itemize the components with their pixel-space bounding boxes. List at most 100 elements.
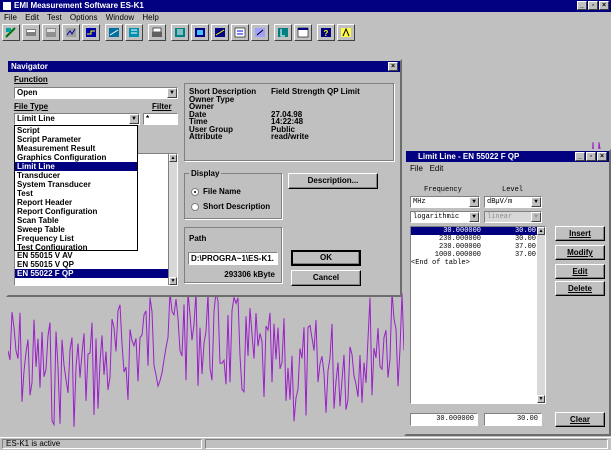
test-config-icon [255, 28, 265, 37]
menu-edit[interactable]: Edit [430, 164, 444, 173]
app-titlebar: EMI Measurement Software ES-K1 _ ▫ × [0, 0, 611, 12]
level-edit-field[interactable]: 30.00 [484, 413, 542, 426]
scroll-down-icon[interactable]: ▼ [169, 277, 177, 285]
maximize-icon[interactable]: ▫ [586, 152, 596, 161]
close-icon[interactable]: × [599, 1, 609, 10]
delete-button[interactable]: Delete [555, 281, 605, 296]
toolbar: ? [2, 24, 355, 41]
dropdown-option[interactable]: Frequency List [15, 234, 137, 243]
insert-button[interactable]: Insert [555, 226, 605, 241]
frequency-scale-combo[interactable]: logarithmic ▼ [410, 211, 480, 223]
maximize-icon[interactable]: ▫ [588, 1, 598, 10]
menu-window[interactable]: Window [106, 13, 134, 22]
table-row[interactable]: 230.000000 30.00 [411, 235, 545, 243]
dropdown-option-selected[interactable]: Limit Line [15, 162, 137, 171]
close-icon[interactable]: × [597, 152, 607, 161]
info-value [271, 96, 360, 104]
toolbar-button-limit[interactable] [82, 24, 100, 41]
chevron-down-icon[interactable]: ▼ [167, 88, 177, 98]
ok-button[interactable]: OK [291, 250, 361, 266]
info-panel: Short Description Owner Type Owner Date … [184, 83, 394, 161]
toolbar-button-sweep[interactable] [211, 24, 229, 41]
toolbar-button-frequency[interactable] [231, 24, 249, 41]
chevron-down-icon[interactable]: ▼ [469, 197, 479, 207]
window-icon [297, 27, 309, 38]
dropdown-option[interactable]: System Transducer [15, 180, 137, 189]
short-description-radio[interactable]: Short Description [191, 202, 270, 211]
file-list-scrollbar[interactable]: ▲ ▼ [168, 154, 177, 285]
toolbar-button-transducer[interactable] [105, 24, 123, 41]
minimize-icon[interactable]: _ [575, 152, 585, 161]
list-item[interactable]: EN 55015 V QP [15, 260, 177, 269]
dropdown-option[interactable]: Graphics Configuration [15, 153, 137, 162]
trace-line [8, 292, 428, 427]
dropdown-option[interactable]: Report Header [15, 198, 137, 207]
table-row[interactable]: 230.000000 37.00 [411, 243, 545, 251]
table-row[interactable]: 30.000000 30.00 [411, 227, 545, 235]
toolbar-button-script[interactable] [2, 24, 20, 41]
dropdown-option[interactable]: Script [15, 126, 137, 135]
file-name-radio[interactable]: File Name [191, 187, 241, 196]
chevron-down-icon[interactable]: ▼ [531, 197, 541, 207]
radio-checked-icon[interactable] [191, 187, 199, 196]
toolbar-button-print[interactable] [148, 24, 166, 41]
toolbar-button-about[interactable] [337, 24, 355, 41]
minimize-icon[interactable]: _ [577, 1, 587, 10]
toolbar-button-scan[interactable] [191, 24, 209, 41]
limit-table[interactable]: 30.000000 30.00 230.000000 30.00 230.00000… [410, 226, 546, 404]
toolbar-button-window[interactable] [294, 24, 312, 41]
toolbar-button-help[interactable]: ? [317, 24, 335, 41]
menu-file[interactable]: File [410, 164, 423, 173]
path-field[interactable]: D:\PROGRA~1\ES-K1. [188, 252, 278, 265]
scroll-up-icon[interactable]: ▲ [169, 154, 177, 162]
measurement-trace [8, 292, 428, 427]
menu-options[interactable]: Options [70, 13, 98, 22]
dropdown-option[interactable]: Transducer [15, 171, 137, 180]
list-item-selected[interactable]: EN 55022 F QP [15, 269, 177, 278]
scroll-up-icon[interactable]: ▲ [537, 227, 545, 235]
menu-edit[interactable]: Edit [25, 13, 39, 22]
frequency-edit-field[interactable]: 30.000000 [410, 413, 478, 426]
toolbar-button-parameter[interactable] [22, 24, 40, 41]
scroll-down-icon[interactable]: ▼ [537, 395, 545, 403]
dropdown-option[interactable]: Sweep Table [15, 225, 137, 234]
level-unit-combo[interactable]: dBµV/m ▼ [484, 196, 542, 208]
chevron-down-icon[interactable]: ▼ [469, 212, 479, 222]
dropdown-option[interactable]: Test [15, 189, 137, 198]
function-combo[interactable]: Open ▼ [14, 87, 178, 99]
modify-button[interactable]: Modify [555, 245, 605, 260]
svg-text:?: ? [324, 29, 329, 38]
dropdown-option[interactable]: Measurement Result [15, 144, 137, 153]
toolbar-button-report[interactable] [171, 24, 189, 41]
navigator-close-icon[interactable]: × [388, 62, 398, 71]
menu-test[interactable]: Test [47, 13, 62, 22]
list-item[interactable]: EN 55015 V AV [15, 251, 177, 260]
menu-file[interactable]: File [4, 13, 17, 22]
filter-value: * [146, 114, 150, 123]
toolbar-button-result[interactable] [42, 24, 60, 41]
toolbar-button-system[interactable] [125, 24, 143, 41]
filetype-dropdown[interactable]: Script Script Parameter Measurement Resu… [14, 125, 138, 251]
toolbar-button-run[interactable] [274, 24, 292, 41]
result-icon [46, 28, 56, 37]
radio-unchecked-icon[interactable] [191, 202, 199, 211]
description-button[interactable]: Description... [288, 173, 378, 189]
toolbar-button-graphics[interactable] [62, 24, 80, 41]
dropdown-option[interactable]: Test Configuration [15, 243, 137, 250]
dropdown-option[interactable]: Report Configuration [15, 207, 137, 216]
filetype-combo[interactable]: Limit Line ▼ [14, 113, 140, 125]
chevron-down-icon[interactable]: ▼ [129, 114, 139, 124]
edit-button[interactable]: Edit [555, 264, 605, 279]
limit-table-scrollbar[interactable]: ▲ ▼ [537, 227, 545, 403]
menu-help[interactable]: Help [142, 13, 158, 22]
toolbar-button-config[interactable] [251, 24, 269, 41]
dropdown-option[interactable]: Script Parameter [15, 135, 137, 144]
display-group: Display File Name Short Description [184, 169, 282, 219]
dropdown-option[interactable]: Scan Table [15, 216, 137, 225]
clear-button[interactable]: Clear [555, 412, 605, 427]
cancel-button[interactable]: Cancel [291, 270, 361, 286]
display-label: Display [189, 169, 222, 178]
table-row[interactable]: 1000.000000 37.00 [411, 251, 545, 259]
frequency-unit-combo[interactable]: MHz ▼ [410, 196, 480, 208]
filter-input[interactable]: * [143, 113, 178, 125]
